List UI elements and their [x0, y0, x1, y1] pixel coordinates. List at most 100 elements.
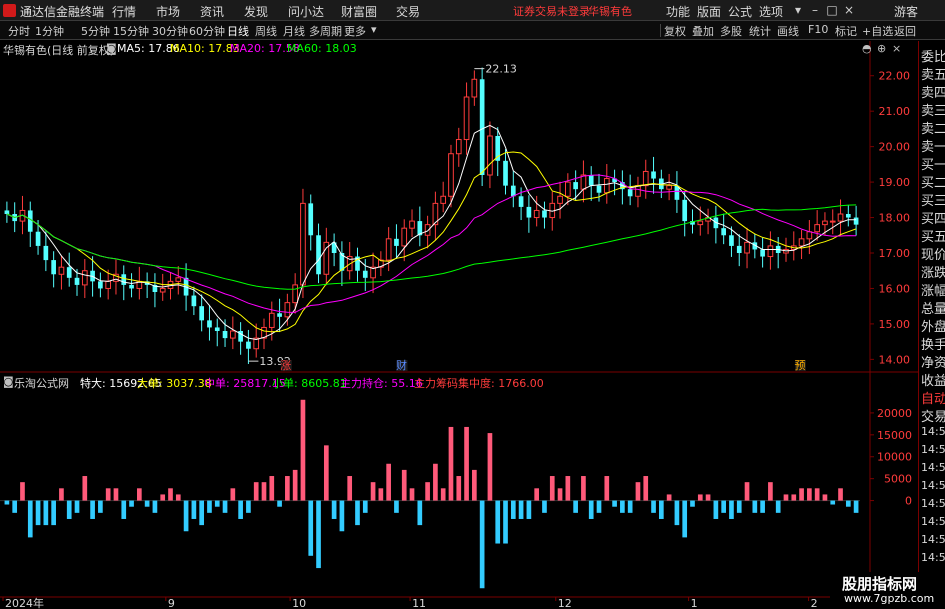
menu-hangqing[interactable]: 行情: [112, 3, 136, 20]
side-buy1[interactable]: 买一: [921, 154, 945, 173]
chart-title: 华锡有色(日线 前复权): [3, 44, 115, 57]
side-volume[interactable]: 总量: [921, 298, 945, 317]
candle-body-up: [744, 241, 750, 254]
candle-body-down: [308, 203, 314, 236]
side-sell2[interactable]: 卖二: [921, 118, 945, 137]
period-1min[interactable]: 1分钟: [35, 23, 64, 39]
main-chart[interactable]: 22.00 21.00 20.00 19.00 18.00 17.00 16.00 15.00…: [0, 0, 945, 609]
legend-toggle-icon[interactable]: ◙: [106, 42, 117, 55]
side-outer[interactable]: 外盘: [921, 316, 945, 335]
side-buy3[interactable]: 买三: [921, 190, 945, 209]
menu-caifuquan[interactable]: 财富圈: [341, 3, 377, 20]
menu-gongshi[interactable]: 公式: [728, 3, 752, 20]
candle-body-down: [853, 217, 859, 225]
sub-bar-up: [323, 445, 329, 501]
candle-body-down: [736, 245, 742, 253]
menu-faxian[interactable]: 发现: [244, 3, 268, 20]
menu-xuanxiang[interactable]: 选项: [759, 3, 783, 20]
side-price[interactable]: 现价: [921, 244, 945, 263]
sub-bar-down: [503, 500, 508, 544]
menu-shichang[interactable]: 市场: [156, 3, 180, 20]
side-sell3[interactable]: 卖三: [921, 100, 945, 119]
candle-body-down: [214, 327, 220, 331]
side-time-2: 14:56: [921, 443, 945, 456]
period-more[interactable]: 更多: [344, 23, 366, 39]
sub-bar-down: [246, 500, 251, 513]
more-dropdown-icon[interactable]: ▾: [371, 23, 377, 36]
side-sell4[interactable]: 卖四: [921, 82, 945, 101]
candle-body-up: [767, 245, 774, 258]
side-sell1[interactable]: 卖一: [921, 136, 945, 155]
period-fenshi[interactable]: 分时: [8, 23, 30, 39]
side-weibi[interactable]: 委比: [921, 46, 945, 65]
btn-biaoji[interactable]: 标记: [835, 23, 857, 39]
menu-gongneng[interactable]: 功能: [666, 3, 690, 20]
period-weekly[interactable]: 周线: [255, 23, 277, 39]
btn-tongji[interactable]: 统计: [749, 23, 771, 39]
btn-huaxian[interactable]: 画线: [777, 23, 799, 39]
maximize-icon[interactable]: □: [824, 2, 840, 18]
minimize-icon[interactable]: –: [807, 2, 823, 18]
menu-zixun[interactable]: 资讯: [200, 3, 224, 20]
candle-body-down: [27, 210, 33, 232]
period-15min[interactable]: 15分钟: [113, 23, 149, 39]
side-buy5[interactable]: 买五: [921, 226, 945, 245]
side-change[interactable]: 涨跌: [921, 262, 945, 281]
candle-body-down: [207, 320, 212, 328]
side-netasset[interactable]: 净资: [921, 352, 945, 371]
period-monthly[interactable]: 月线: [283, 23, 305, 39]
btn-back[interactable]: 返回: [894, 23, 916, 39]
sub-bar-down: [620, 500, 625, 513]
chart-close-icon[interactable]: ×: [892, 42, 901, 55]
sub-bar-up: [799, 488, 804, 501]
sub-bar-up: [581, 476, 586, 501]
sub-bar-up: [487, 433, 493, 501]
candle-body-up: [284, 302, 291, 318]
side-sell5[interactable]: 卖五: [921, 64, 945, 83]
sub-bar-up: [269, 476, 275, 501]
candle-body-up: [837, 213, 844, 222]
sub-toggle-icon[interactable]: ◙: [3, 375, 14, 388]
login-status[interactable]: 证券交易未登录: [513, 3, 590, 19]
btn-add-watchlist[interactable]: +自选: [862, 23, 893, 39]
period-multi[interactable]: 多周期: [309, 23, 342, 39]
side-turnover[interactable]: 换手: [921, 334, 945, 353]
sub-bar-down: [853, 500, 859, 513]
sub-bar-up: [635, 482, 641, 501]
btn-fuquan[interactable]: 复权: [664, 23, 686, 39]
period-daily[interactable]: 日线: [227, 23, 249, 39]
sub-tick-label: 15000: [877, 429, 912, 442]
btn-duogu[interactable]: 多股: [720, 23, 742, 39]
period-30min[interactable]: 30分钟: [152, 23, 188, 39]
sub-jizhong: 主力筹码集中度: 1766.00: [414, 377, 544, 390]
price-tick-label: 19.00: [879, 176, 911, 189]
close-icon[interactable]: ×: [841, 2, 857, 18]
sub-bar-down: [222, 500, 228, 513]
chart-zoom-icon[interactable]: ⊕: [877, 42, 886, 55]
candle-body-down: [526, 206, 532, 218]
menu-dropdown-icon[interactable]: ▾: [790, 2, 806, 18]
period-5min[interactable]: 5分钟: [81, 23, 110, 39]
side-trade[interactable]: 交易: [921, 406, 945, 425]
sub-bar-up: [783, 494, 789, 501]
candle-body-up: [105, 280, 112, 289]
menu-jiaoyi[interactable]: 交易: [396, 3, 420, 20]
side-change-pct[interactable]: 涨幅: [921, 280, 945, 299]
menu-banmian[interactable]: 版面: [697, 3, 721, 20]
time-tick-label: 1: [691, 597, 698, 609]
guest-label[interactable]: 游客: [894, 3, 918, 20]
menu-wenxiaoda[interactable]: 问小达: [288, 3, 324, 20]
side-buy2[interactable]: 买二: [921, 172, 945, 191]
candle-body-up: [385, 238, 392, 261]
chart-settings-icon[interactable]: ◓: [862, 42, 872, 55]
side-buy4[interactable]: 买四: [921, 208, 945, 227]
btn-diejia[interactable]: 叠加: [692, 23, 714, 39]
period-60min[interactable]: 60分钟: [189, 23, 225, 39]
side-auto[interactable]: 自动: [921, 388, 945, 407]
side-earnings[interactable]: 收益: [921, 370, 945, 389]
candle-body-up: [557, 195, 563, 204]
candle-body-up: [409, 220, 415, 229]
time-tick-label: 9: [168, 597, 175, 609]
btn-f10[interactable]: F10: [808, 23, 828, 36]
event-marker-label: 涨: [280, 359, 291, 372]
